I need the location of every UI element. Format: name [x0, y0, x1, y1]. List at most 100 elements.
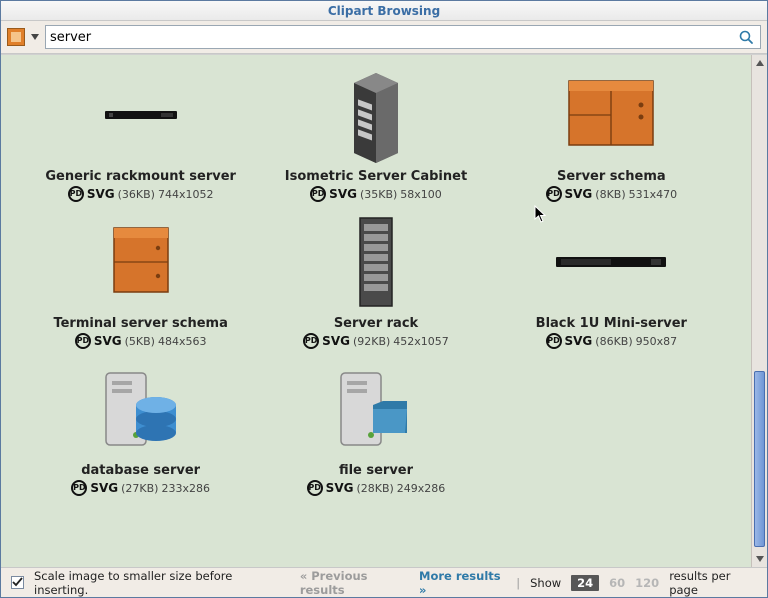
divider: |	[516, 576, 520, 590]
dimensions-label: 950x87	[636, 335, 678, 348]
format-label: SVG	[322, 334, 350, 348]
filesize-label: (8KB)	[595, 188, 625, 201]
pd-icon: PD	[307, 480, 323, 496]
result-meta: PD SVG (86KB) 950x87	[546, 333, 678, 349]
result-thumb	[521, 212, 701, 312]
format-label: SVG	[87, 187, 115, 201]
dimensions-label: 233x286	[161, 482, 210, 495]
pd-icon: PD	[303, 333, 319, 349]
scroll-down-button[interactable]	[752, 551, 767, 567]
result-meta: PD SVG (28KB) 249x286	[307, 480, 446, 496]
result-meta: PD SVG (36KB) 744x1052	[68, 186, 214, 202]
pd-icon: PD	[546, 333, 562, 349]
terminal-server-schema-icon	[108, 222, 174, 302]
pd-icon: PD	[546, 186, 562, 202]
result-title: Server rack	[334, 316, 418, 331]
server-rack-icon	[356, 216, 396, 308]
per-page-option[interactable]: 60	[609, 576, 625, 590]
show-label: Show	[530, 576, 561, 590]
vertical-scrollbar[interactable]	[751, 55, 767, 567]
source-dropdown-arrow[interactable]	[29, 31, 41, 43]
result-thumb	[51, 65, 231, 165]
filesize-label: (5KB)	[125, 335, 155, 348]
result-title: file server	[339, 463, 413, 478]
pd-icon: PD	[75, 333, 91, 349]
format-label: SVG	[565, 187, 593, 201]
per-page-option[interactable]: 120	[635, 576, 659, 590]
dimensions-label: 452x1057	[393, 335, 449, 348]
clipart-browser-window: Clipart Browsing	[0, 0, 768, 598]
scale-checkbox[interactable]	[11, 576, 24, 589]
result-item[interactable]: database server PD SVG (27KB) 233x286	[23, 359, 258, 496]
format-label: SVG	[565, 334, 593, 348]
result-meta: PD SVG (35KB) 58x100	[310, 186, 442, 202]
search-button[interactable]	[736, 29, 756, 45]
toolbar	[1, 21, 767, 54]
result-item[interactable]: Isometric Server Cabinet PD SVG (35KB) 5…	[258, 65, 493, 202]
results-canvas: Generic rackmount server PD SVG (36KB) 7…	[1, 55, 751, 567]
result-item[interactable]: Generic rackmount server PD SVG (36KB) 7…	[23, 65, 258, 202]
result-item[interactable]: Terminal server schema PD SVG (5KB) 484x…	[23, 212, 258, 349]
rackmount-server-icon	[105, 109, 177, 121]
result-item[interactable]: Server rack PD SVG (92KB) 452x1057	[258, 212, 493, 349]
result-thumb	[51, 212, 231, 312]
file-server-icon	[335, 363, 417, 455]
dimensions-label: 484x563	[158, 335, 207, 348]
isometric-cabinet-icon	[346, 65, 406, 165]
results-grid: Generic rackmount server PD SVG (36KB) 7…	[1, 65, 751, 496]
window-title: Clipart Browsing	[1, 1, 767, 21]
scale-checkbox-label: Scale image to smaller size before inser…	[34, 569, 274, 597]
filesize-label: (35KB)	[360, 188, 397, 201]
result-meta: PD SVG (8KB) 531x470	[546, 186, 678, 202]
format-label: SVG	[90, 481, 118, 495]
pd-icon: PD	[310, 186, 326, 202]
search-field-wrap	[45, 25, 761, 49]
search-input[interactable]	[50, 30, 736, 45]
filesize-label: (36KB)	[118, 188, 155, 201]
content-area: Generic rackmount server PD SVG (36KB) 7…	[1, 54, 767, 567]
result-thumb	[286, 212, 466, 312]
format-label: SVG	[94, 334, 122, 348]
scrollbar-track[interactable]	[752, 71, 767, 551]
scrollbar-thumb[interactable]	[754, 371, 765, 547]
scroll-up-button[interactable]	[752, 55, 767, 71]
result-meta: PD SVG (27KB) 233x286	[71, 480, 210, 496]
search-icon	[738, 29, 754, 45]
dimensions-label: 744x1052	[158, 188, 214, 201]
result-title: Generic rackmount server	[45, 169, 236, 184]
result-item[interactable]: file server PD SVG (28KB) 249x286	[258, 359, 493, 496]
server-schema-orange-icon	[563, 75, 659, 155]
mouse-cursor-icon	[534, 205, 550, 221]
dimensions-label: 58x100	[400, 188, 442, 201]
dimensions-label: 531x470	[629, 188, 678, 201]
database-server-icon	[100, 363, 182, 455]
check-icon	[12, 577, 23, 588]
filesize-label: (86KB)	[595, 335, 632, 348]
filesize-label: (27KB)	[121, 482, 158, 495]
result-title: Isometric Server Cabinet	[285, 169, 467, 184]
format-label: SVG	[329, 187, 357, 201]
prev-results-link: « Previous results	[300, 569, 409, 597]
filesize-label: (92KB)	[353, 335, 390, 348]
result-title: Server schema	[557, 169, 666, 184]
result-item[interactable]: Server schema PD SVG (8KB) 531x470	[494, 65, 729, 202]
result-thumb	[521, 65, 701, 165]
pd-icon: PD	[71, 480, 87, 496]
result-meta: PD SVG (92KB) 452x1057	[303, 333, 449, 349]
mini-server-icon	[556, 256, 666, 268]
result-meta: PD SVG (5KB) 484x563	[75, 333, 207, 349]
source-dropdown-icon[interactable]	[7, 28, 25, 46]
per-page-option-selected[interactable]: 24	[571, 575, 599, 591]
result-title: Terminal server schema	[53, 316, 227, 331]
result-thumb	[286, 65, 466, 165]
result-thumb	[286, 359, 466, 459]
filesize-label: (28KB)	[356, 482, 393, 495]
per-page-suffix: results per page	[669, 569, 757, 597]
dimensions-label: 249x286	[397, 482, 446, 495]
result-title: Black 1U Mini-server	[536, 316, 687, 331]
format-label: SVG	[326, 481, 354, 495]
footer-bar: Scale image to smaller size before inser…	[1, 567, 767, 597]
result-title: database server	[81, 463, 200, 478]
more-results-link[interactable]: More results »	[419, 569, 506, 597]
result-item[interactable]: Black 1U Mini-server PD SVG (86KB) 950x8…	[494, 212, 729, 349]
